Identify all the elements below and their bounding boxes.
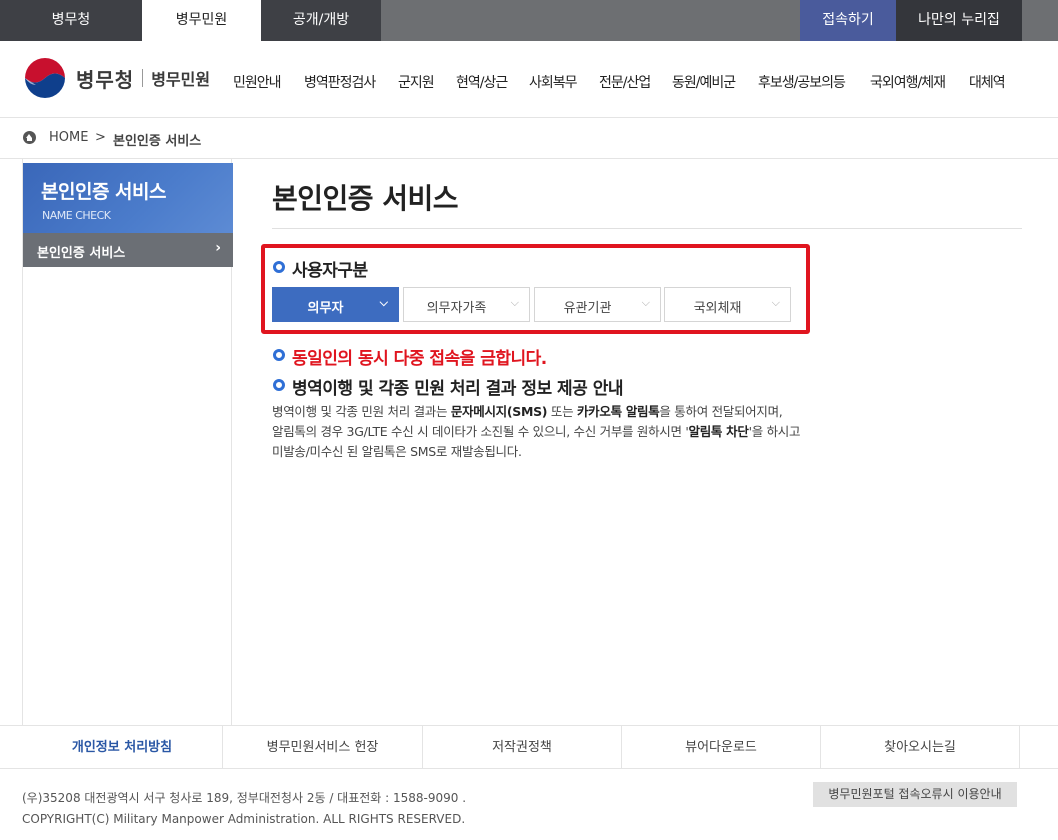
info-text: '을 하시고: [748, 424, 801, 439]
breadcrumb-home[interactable]: HOME: [49, 130, 88, 145]
nav-item-industrial[interactable]: 전문/산업: [599, 72, 651, 92]
site-header: 병무청 병무민원 민원안내 병역판정검사 군지원 현역/상근 사회복무 전문/산…: [0, 41, 1058, 118]
bullet-icon: [273, 349, 285, 361]
info-text-bold: 알림톡 차단: [688, 424, 749, 439]
footer-charter-link[interactable]: 병무민원서비스 헌장: [223, 726, 423, 769]
page-title: 본인인증 서비스: [272, 182, 459, 215]
footer-directions-link[interactable]: 찾아오시는길: [821, 726, 1020, 769]
nav-item-candidate[interactable]: 후보생/공보의등: [758, 72, 846, 92]
sidebar-item-name-check[interactable]: 본인인증 서비스 ›: [23, 233, 233, 267]
info-text: 또는: [547, 404, 577, 419]
logo-main-text: 병무청: [76, 67, 135, 92]
info-heading: 병역이행 및 각종 민원 처리 결과 정보 제공 안내: [292, 379, 624, 399]
nav-item-social-service[interactable]: 사회복무: [529, 72, 578, 92]
info-text-bold: 문자메시지(SMS): [450, 404, 548, 419]
user-type-overseas[interactable]: 국외체재 ⌵: [664, 287, 791, 322]
top-utility-bar: 병무청 병무민원 공개/개방 접속하기 나만의 누리집: [0, 0, 1058, 41]
sidebar-title: 본인인증 서비스: [41, 181, 166, 203]
sidebar-title-box: 본인인증 서비스 NAME CHECK: [23, 163, 233, 233]
tab-mma[interactable]: 병무청: [0, 0, 142, 41]
chevron-down-icon: ⌵: [771, 296, 780, 309]
info-text: 미발송/미수신 된 알림톡은 SMS로 재발송됩니다.: [272, 444, 522, 459]
my-page-button[interactable]: 나만의 누리집: [896, 0, 1022, 41]
user-type-family[interactable]: 의무자가족 ⌵: [403, 287, 530, 322]
breadcrumb-separator: >: [95, 130, 106, 145]
bullet-icon: [273, 261, 285, 273]
nav-item-alternative[interactable]: 대체역: [969, 72, 1006, 92]
sidebar-item-label: 본인인증 서비스: [37, 246, 126, 261]
nav-item-reserve[interactable]: 동원/예비군: [672, 72, 736, 92]
chevron-down-icon: ⌵: [641, 296, 650, 309]
breadcrumb-current: 본인인증 서비스: [113, 134, 202, 149]
footer-copyright-link[interactable]: 저작권정책: [423, 726, 622, 769]
user-type-label: 유관기관: [563, 301, 612, 316]
footer-privacy-link[interactable]: 개인정보 처리방침: [22, 726, 223, 769]
tab-civil-service[interactable]: 병무민원: [142, 0, 261, 41]
connect-button[interactable]: 접속하기: [800, 0, 896, 41]
footer-address: (우)35208 대전광역시 서구 청사로 189, 정부대전청사 2동 / 대…: [22, 791, 467, 805]
breadcrumb: HOME > 본인인증 서비스: [0, 118, 1058, 159]
user-type-label: 의무자: [307, 301, 344, 316]
chevron-down-icon: ⌵: [510, 296, 519, 309]
nav-item-active-duty[interactable]: 현역/상근: [456, 72, 508, 92]
logo-sub-text: 병무민원: [151, 70, 211, 89]
user-type-agency[interactable]: 유관기관 ⌵: [534, 287, 661, 322]
footer-links: 개인정보 처리방침 병무민원서비스 헌장 저작권정책 뷰어다운로드 찾아오시는길: [0, 725, 1058, 769]
user-type-obligor[interactable]: 의무자 ⌵: [272, 287, 399, 322]
footer-viewer-link[interactable]: 뷰어다운로드: [622, 726, 821, 769]
user-type-label: 국외체재: [693, 301, 742, 316]
nav-item-overseas[interactable]: 국외여행/체재: [870, 72, 946, 92]
info-text: 병역이행 및 각종 민원 처리 결과는: [272, 404, 451, 419]
nav-item-enlist[interactable]: 군지원: [398, 72, 435, 92]
info-text-bold: 카카오톡 알림톡: [576, 404, 660, 419]
info-text: 알림톡의 경우 3G/LTE 수신 시 데이타가 소진될 수 있으니, 수신 거…: [272, 424, 689, 439]
connection-error-guide-button[interactable]: 병무민원포털 접속오류시 이용안내: [813, 782, 1017, 807]
home-icon[interactable]: [23, 131, 36, 144]
title-divider: [272, 228, 1022, 229]
sidebar-subtitle: NAME CHECK: [42, 209, 111, 222]
footer-copyright: COPYRIGHT(C) Military Manpower Administr…: [22, 812, 466, 826]
tab-open-data[interactable]: 공개/개방: [261, 0, 381, 41]
taegeuk-logo-icon: [23, 56, 67, 100]
concurrent-login-warning: 동일인의 동시 다중 접속을 금합니다.: [292, 349, 547, 369]
info-paragraph: 병역이행 및 각종 민원 처리 결과는 문자메시지(SMS) 또는 카카오톡 알…: [272, 402, 912, 462]
nav-item-exam[interactable]: 병역판정검사: [304, 72, 376, 92]
nav-item-guide[interactable]: 민원안내: [233, 72, 282, 92]
bullet-icon: [273, 379, 285, 391]
chevron-right-icon: ›: [215, 240, 221, 256]
site-logo[interactable]: 병무청 병무민원: [22, 55, 210, 101]
info-text: 을 통하여 전달되어지며,: [659, 404, 783, 419]
user-type-label: 의무자가족: [426, 301, 487, 316]
logo-divider: [142, 69, 144, 87]
sidebar: 본인인증 서비스 NAME CHECK 본인인증 서비스 ›: [22, 159, 233, 725]
user-type-heading: 사용자구분: [292, 261, 368, 281]
chevron-down-icon: ⌵: [379, 296, 388, 309]
